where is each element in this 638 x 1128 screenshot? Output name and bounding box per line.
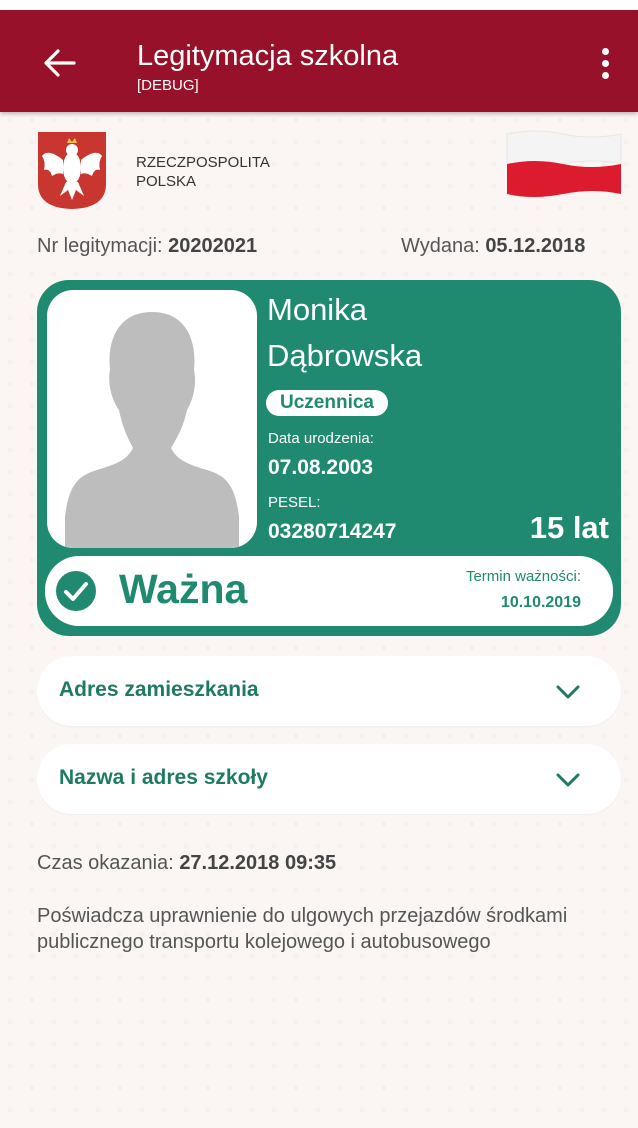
chevron-down-icon <box>556 685 580 699</box>
school-section-label: Nazwa i adres szkoły <box>59 766 268 789</box>
dob-label: Data urodzenia: <box>268 430 374 447</box>
role-badge: Uczennica <box>266 390 388 416</box>
chevron-down-icon <box>556 773 580 787</box>
shown-time-value: 27.12.2018 09:35 <box>179 852 337 874</box>
validity-bar: Ważna Termin ważności: 10.10.2019 <box>45 556 613 626</box>
check-circle-icon <box>55 570 97 612</box>
entitlement-description: Poświadcza uprawnienie do ulgowych przej… <box>37 905 568 953</box>
more-vert-icon[interactable] <box>590 48 620 84</box>
country-name: RZECZPOSPOLITA POLSKA <box>136 153 270 191</box>
pesel-label: PESEL: <box>268 494 321 511</box>
status-bar <box>0 0 638 10</box>
shown-time: Czas okazania: 27.12.2018 09:35 <box>37 852 336 875</box>
pesel-value: 03280714247 <box>268 520 397 543</box>
emblem-icon <box>36 130 108 210</box>
flag-icon <box>505 128 623 200</box>
photo-placeholder <box>47 290 257 548</box>
expiry-label: Termin ważności: <box>465 568 581 585</box>
last-name: Dąbrowska <box>267 338 423 373</box>
card-number-label: Nr legitymacji: <box>37 235 163 257</box>
issued-value: 05.12.2018 <box>485 235 586 257</box>
first-name: Monika <box>267 292 367 327</box>
validity-status: Ważna <box>119 566 248 612</box>
expiry-value: 10.10.2019 <box>500 594 581 611</box>
card-number: Nr legitymacji: 20202021 <box>37 235 257 258</box>
shown-time-label: Czas okazania: <box>37 852 174 874</box>
issued-label: Wydana: <box>401 235 480 257</box>
school-section[interactable]: Nazwa i adres szkoły <box>37 744 621 814</box>
age-value: 15 lat <box>529 510 609 545</box>
card-number-value: 20202021 <box>168 235 258 257</box>
app-subtitle: [DEBUG] <box>137 77 199 94</box>
back-arrow-icon[interactable] <box>40 46 80 80</box>
country-line-2: POLSKA <box>136 173 197 190</box>
app-bar: Legitymacja szkolna [DEBUG] <box>0 10 638 112</box>
dob-value: 07.08.2003 <box>268 456 374 479</box>
address-section[interactable]: Adres zamieszkania <box>37 656 621 726</box>
id-card: Monika Dąbrowska Uczennica Data urodzeni… <box>37 280 621 636</box>
country-line-1: RZECZPOSPOLITA <box>136 154 270 171</box>
app-title: Legitymacja szkolna <box>137 40 399 72</box>
address-section-label: Adres zamieszkania <box>59 678 259 701</box>
issued-date: Wydana: 05.12.2018 <box>401 235 585 258</box>
